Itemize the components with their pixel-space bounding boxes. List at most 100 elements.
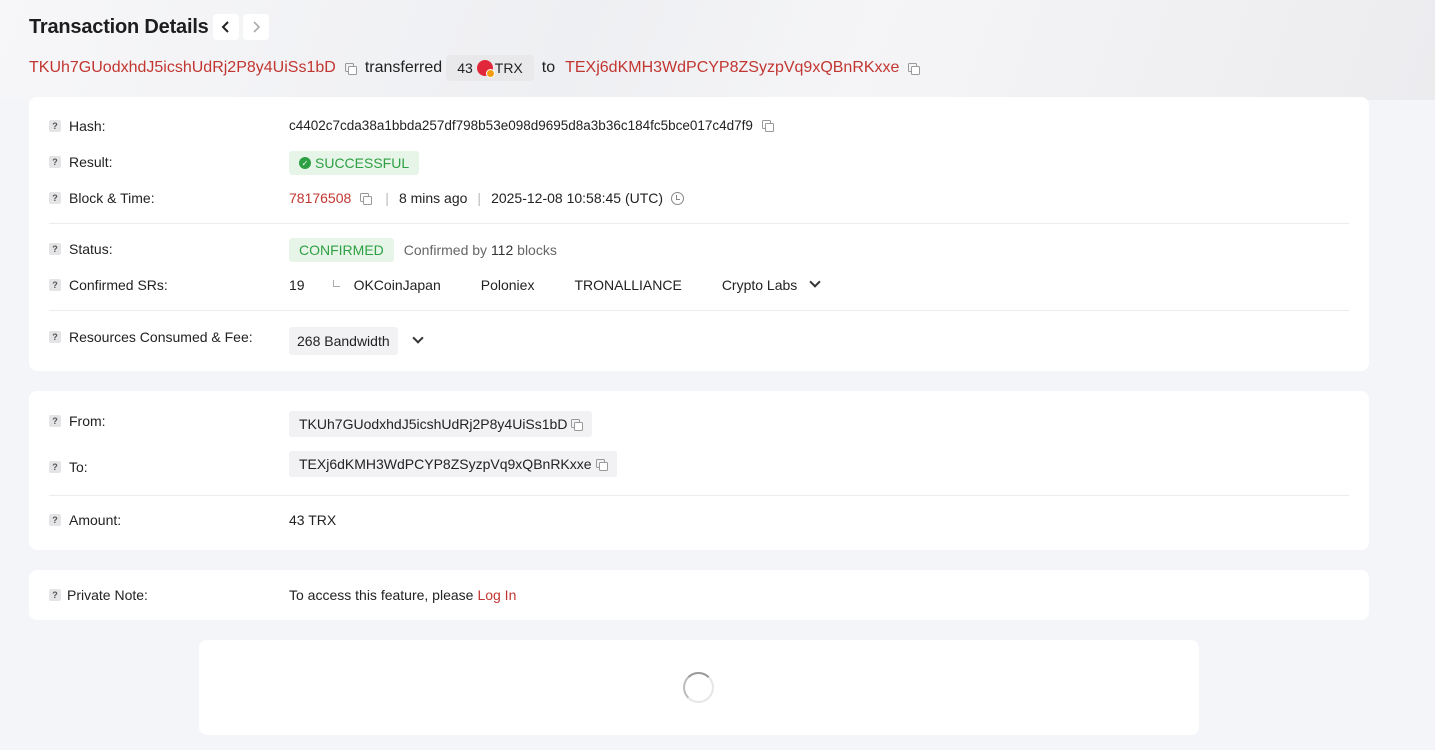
block-age: 8 mins ago [398, 190, 468, 206]
private-note-value: To access this feature, please Log In [289, 587, 516, 603]
help-icon[interactable]: ? [49, 461, 61, 473]
summary-to-word: to [541, 59, 556, 76]
from-address[interactable]: TKUh7GUodxhdJ5icshUdRj2P8y4UiSs1bD [299, 416, 567, 432]
summary-verb: transferred [364, 59, 443, 76]
help-icon[interactable]: ? [49, 589, 61, 601]
confirmed-srs-list: 19 OKCoinJapan Poloniex TRONALLIANCE Cry… [289, 276, 821, 293]
result-badge: ✓ SUCCESSFUL [289, 151, 420, 175]
from-address-pill: TKUh7GUodxhdJ5icshUdRj2P8y4UiSs1bD [289, 411, 593, 437]
bandwidth-pill: 268 Bandwidth [289, 327, 398, 355]
private-note-text: To access this feature, please [289, 587, 474, 603]
chevron-right-icon [253, 21, 260, 33]
help-icon[interactable]: ? [49, 514, 61, 526]
separator: | [385, 190, 389, 206]
block-timestamp: 2025-12-08 10:58:45 (UTC) [491, 190, 664, 206]
summary-to-address[interactable]: TEXj6dKMH3WdPCYP8ZSyzpVq9xQBnRKxxe [565, 59, 899, 77]
clock-toggle-icon[interactable] [671, 191, 685, 205]
help-icon[interactable]: ? [49, 279, 61, 291]
amount-value-container: 43 TRX [289, 512, 336, 528]
confirmed-blocks-count: 112 [490, 242, 514, 258]
divider [49, 495, 1349, 496]
status-label: Status: [69, 241, 113, 257]
private-note-card: ? Private Note: To access this feature, … [29, 570, 1369, 620]
private-note-row: ? Private Note: [49, 587, 148, 603]
confirmed-by-text: Confirmed by 112 blocks [404, 242, 557, 258]
transfer-summary: TKUh7GUodxhdJ5icshUdRj2P8y4UiSs1bD trans… [29, 55, 928, 81]
help-icon[interactable]: ? [49, 120, 61, 132]
page-title: Transaction Details [29, 15, 209, 38]
sr-item[interactable]: Crypto Labs [722, 277, 797, 293]
copy-icon[interactable] [908, 62, 921, 75]
help-icon[interactable]: ? [49, 156, 61, 168]
summary-amount-pill: 43 TRX [446, 55, 534, 81]
result-value-container: ✓ SUCCESSFUL [289, 151, 420, 175]
amount-row: ? Amount: [49, 512, 121, 528]
to-value-container: TEXj6dKMH3WdPCYP8ZSyzpVq9xQBnRKxxe [289, 451, 617, 477]
summary-token: TRX [494, 60, 523, 76]
summary-from-address[interactable]: TKUh7GUodxhdJ5icshUdRj2P8y4UiSs1bD [29, 59, 336, 77]
confirmed-by-suffix: blocks [517, 242, 557, 258]
hash-row: ? Hash: [49, 118, 106, 134]
copy-icon[interactable] [595, 458, 608, 471]
check-circle-icon: ✓ [299, 157, 311, 169]
hash-value-container: c4402c7cda38a1bbda257df798b53e098d9695d8… [289, 118, 782, 133]
overview-card: ? Hash: c4402c7cda38a1bbda257df798b53e09… [29, 97, 1369, 371]
block-time-value-container: 78176508 | 8 mins ago | 2025-12-08 10:58… [289, 190, 685, 206]
block-time-row: ? Block & Time: [49, 190, 155, 206]
hash-label: Hash: [69, 118, 106, 134]
private-note-label: Private Note: [67, 587, 148, 603]
to-row: ? To: [49, 459, 88, 475]
amount-value: 43 TRX [289, 512, 337, 528]
sr-item[interactable]: Poloniex [481, 277, 535, 293]
result-row: ? Result: [49, 154, 113, 170]
separator: | [477, 190, 482, 206]
to-address[interactable]: TEXj6dKMH3WdPCYP8ZSyzpVq9xQBnRKxxe [299, 456, 592, 472]
resources-label: Resources Consumed & Fee: [69, 329, 253, 345]
page-header: Transaction Details [29, 14, 269, 40]
confirmed-by-prefix: Confirmed by [403, 242, 488, 258]
resources-value-container: 268 Bandwidth [289, 327, 424, 355]
copy-icon[interactable] [761, 120, 774, 132]
block-number-link[interactable]: 78176508 [289, 190, 351, 206]
help-icon[interactable]: ? [49, 192, 61, 204]
help-icon[interactable]: ? [49, 331, 61, 343]
from-label: From: [69, 413, 106, 429]
trx-token-icon [476, 60, 495, 78]
result-value: SUCCESSFUL [315, 155, 410, 171]
help-icon[interactable]: ? [49, 415, 61, 427]
resources-row: ? Resources Consumed & Fee: [49, 329, 253, 345]
next-transaction-button[interactable] [242, 14, 269, 40]
status-value: CONFIRMED [299, 242, 384, 258]
loading-spinner-icon [683, 672, 714, 703]
confirmed-srs-row: ? Confirmed SRs: [49, 277, 168, 293]
hash-value: c4402c7cda38a1bbda257df798b53e098d9695d8… [289, 118, 753, 133]
prev-transaction-button[interactable] [212, 14, 239, 40]
summary-amount: 43 [457, 60, 473, 76]
help-icon[interactable]: ? [49, 243, 61, 255]
to-label: To: [69, 459, 88, 475]
status-row: ? Status: [49, 241, 113, 257]
sr-item[interactable]: TRONALLIANCE [574, 277, 681, 293]
from-row: ? From: [49, 413, 106, 429]
divider [49, 223, 1349, 224]
confirmed-srs-label: Confirmed SRs: [69, 277, 168, 293]
from-value-container: TKUh7GUodxhdJ5icshUdRj2P8y4UiSs1bD [289, 411, 593, 437]
srs-count: 19 [289, 277, 305, 293]
status-value-container: CONFIRMED Confirmed by 112 blocks [289, 238, 557, 262]
block-time-label: Block & Time: [69, 190, 155, 206]
copy-icon[interactable] [344, 62, 357, 75]
chevron-down-icon[interactable] [411, 332, 424, 344]
copy-icon[interactable] [571, 418, 584, 431]
result-label: Result: [69, 154, 113, 170]
chevron-left-icon [221, 21, 229, 33]
chevron-down-icon[interactable] [809, 276, 821, 288]
divider [49, 310, 1349, 311]
copy-icon[interactable] [360, 192, 373, 205]
amount-label: Amount: [69, 512, 122, 528]
login-link[interactable]: Log In [477, 587, 516, 603]
transfer-card: ? From: TKUh7GUodxhdJ5icshUdRj2P8y4UiSs1… [29, 391, 1369, 550]
tree-corner-icon [332, 279, 340, 287]
status-badge: CONFIRMED [289, 238, 394, 262]
to-address-pill: TEXj6dKMH3WdPCYP8ZSyzpVq9xQBnRKxxe [289, 451, 617, 477]
sr-item[interactable]: OKCoinJapan [354, 277, 441, 293]
